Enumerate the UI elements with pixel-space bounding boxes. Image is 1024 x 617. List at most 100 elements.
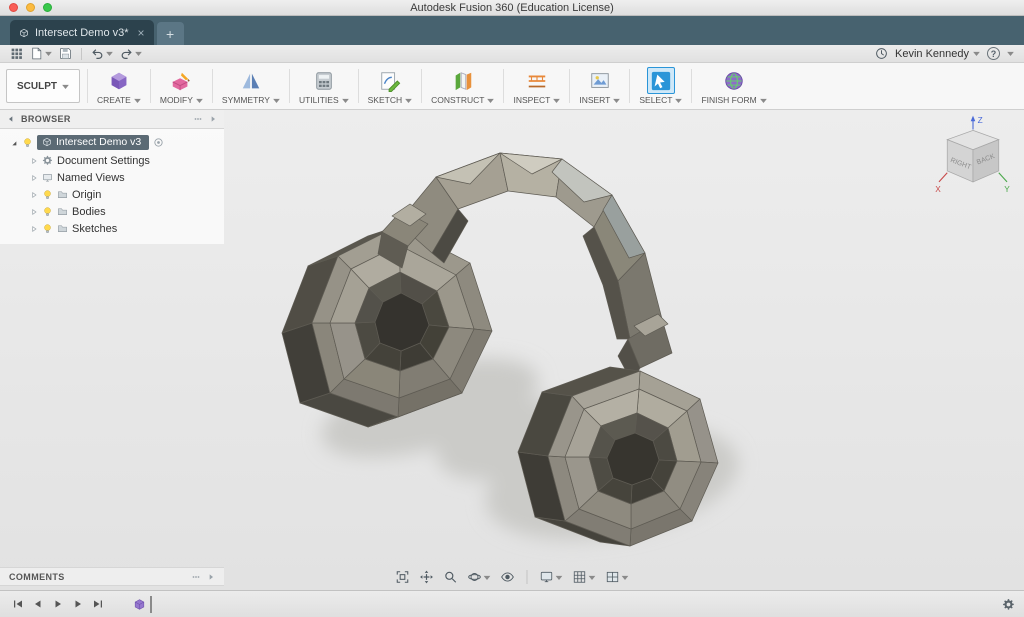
ribbon-group-label: CONSTRUCT — [431, 95, 484, 105]
browser-root-row[interactable]: Intersect Demo v3 — [0, 133, 224, 152]
minimize-window-button[interactable] — [26, 3, 35, 12]
save-button[interactable] — [59, 47, 72, 60]
ribbon-group-label: UTILITIES — [299, 95, 339, 105]
browser-item-bodies[interactable]: Bodies — [0, 203, 224, 220]
expand-arrow-icon[interactable] — [30, 174, 38, 182]
comments-panel[interactable]: COMMENTS — [0, 567, 224, 586]
utilities-glyph-icon — [312, 70, 336, 92]
ribbon-group-separator — [358, 69, 359, 103]
browser-options-icon[interactable] — [193, 114, 203, 124]
expand-arrow-icon[interactable] — [30, 208, 38, 216]
redo-button[interactable] — [120, 47, 142, 60]
expand-arrow-icon[interactable] — [30, 225, 38, 233]
ribbon-group-modify[interactable]: MODIFY — [152, 63, 211, 109]
grid-settings-button[interactable] — [571, 569, 598, 585]
fit-view-icon — [396, 570, 410, 584]
create-icon[interactable] — [105, 67, 133, 94]
go-to-start-button[interactable] — [9, 596, 26, 613]
undo-button[interactable] — [91, 47, 113, 60]
ribbon-group-symmetry[interactable]: SYMMETRY — [214, 63, 288, 109]
select-glyph-icon — [649, 70, 673, 92]
browser-item-label: Origin — [72, 189, 101, 201]
browser-item-named-views[interactable]: Named Views — [0, 169, 224, 186]
close-window-button[interactable] — [9, 3, 18, 12]
new-tab-button[interactable]: + — [157, 22, 184, 45]
construct-icon[interactable] — [449, 67, 477, 94]
browser-item-origin[interactable]: Origin — [0, 186, 224, 203]
comments-flyout-icon[interactable] — [207, 573, 215, 581]
play-button[interactable] — [49, 596, 66, 613]
symmetry-icon[interactable] — [237, 67, 265, 94]
quickbar-left — [10, 47, 142, 60]
visibility-bulb-icon[interactable] — [22, 137, 33, 148]
collapse-browser-icon[interactable] — [7, 115, 15, 123]
browser-tree: Intersect Demo v3 Document SettingsNamed … — [0, 129, 224, 244]
user-name: Kevin Kennedy — [895, 48, 969, 60]
browser-item-sketches[interactable]: Sketches — [0, 220, 224, 237]
browser-flyout-icon[interactable] — [209, 115, 217, 123]
ribbon-group-select[interactable]: SELECT — [631, 63, 690, 109]
inspect-icon[interactable] — [523, 67, 551, 94]
ribbon-group-separator — [629, 69, 630, 103]
ground-to-parent-icon[interactable] — [153, 137, 164, 148]
document-tab[interactable]: Intersect Demo v3* × — [10, 20, 154, 45]
apps-grid-button[interactable] — [10, 47, 23, 60]
viewports-button[interactable] — [604, 569, 631, 585]
browser-item-document-settings[interactable]: Document Settings — [0, 152, 224, 169]
pan-button[interactable] — [418, 569, 436, 585]
ribbon-group-inspect[interactable]: INSPECT — [505, 63, 568, 109]
undo-icon — [91, 47, 104, 60]
right-ear-cup — [518, 367, 718, 546]
orbit-button[interactable] — [466, 569, 493, 585]
help-button[interactable]: ? — [987, 47, 1000, 60]
timeline-track[interactable] — [155, 596, 999, 613]
ribbon-separator — [87, 69, 88, 103]
chevron-down-icon — [675, 98, 682, 103]
browser-panel-header: BROWSER — [0, 110, 224, 129]
user-account-button[interactable]: Kevin Kennedy — [895, 48, 980, 60]
ribbon-group-sketch[interactable]: SKETCH — [360, 63, 420, 109]
ribbon-group-separator — [150, 69, 151, 103]
display-settings-button[interactable] — [538, 569, 565, 585]
ribbon-group-utilities[interactable]: UTILITIES — [291, 63, 357, 109]
view-cube[interactable]: Z RIGHT BACK X Y — [934, 112, 1012, 209]
zoom-window-button[interactable] — [43, 3, 52, 12]
expand-arrow-icon[interactable] — [30, 157, 38, 165]
form-feature-marker[interactable] — [133, 598, 146, 611]
file-menu-button[interactable] — [30, 47, 52, 60]
sketch-icon[interactable] — [376, 67, 404, 94]
select-icon[interactable] — [647, 67, 675, 94]
comments-options-icon[interactable] — [191, 572, 201, 582]
modify-icon[interactable] — [167, 67, 195, 94]
timeline-settings-icon[interactable] — [1002, 598, 1015, 611]
ribbon-group-label: SYMMETRY — [222, 95, 270, 105]
job-status-icon[interactable] — [875, 47, 888, 60]
ribbon-group-create[interactable]: CREATE — [89, 63, 149, 109]
expanded-arrow-icon[interactable] — [10, 139, 18, 147]
expand-arrow-icon[interactable] — [30, 191, 38, 199]
document-tabbar: Intersect Demo v3* × + — [0, 16, 1024, 45]
ribbon-group-insert[interactable]: INSERT — [571, 63, 628, 109]
finish-form-icon[interactable] — [720, 67, 748, 94]
ribbon-group-finish-form[interactable]: FINISH FORM — [693, 63, 774, 109]
workspace-selector[interactable]: SCULPT — [6, 69, 80, 103]
timeline-cursor[interactable] — [150, 596, 152, 613]
ribbon-group-construct[interactable]: CONSTRUCT — [423, 63, 502, 109]
browser-root-item[interactable]: Intersect Demo v3 — [37, 135, 149, 150]
insert-icon[interactable] — [586, 67, 614, 94]
go-to-end-button[interactable] — [89, 596, 106, 613]
look-at-button[interactable] — [499, 569, 517, 585]
step-forward-button[interactable] — [69, 596, 86, 613]
zoom-button[interactable] — [442, 569, 460, 585]
canvas-viewport[interactable]: Z RIGHT BACK X Y BROWSER Intersect Demo … — [0, 110, 1024, 590]
browser-item-label: Sketches — [72, 223, 117, 235]
chevron-down-icon — [613, 98, 620, 103]
utilities-icon[interactable] — [310, 67, 338, 94]
fusion360-window: Autodesk Fusion 360 (Education License) … — [0, 0, 1024, 617]
window-controls — [9, 3, 52, 12]
axis-z-label: Z — [978, 116, 983, 125]
chevron-down-icon — [342, 98, 349, 103]
fit-view-button[interactable] — [394, 569, 412, 585]
tab-close-icon[interactable]: × — [138, 26, 145, 40]
step-back-button[interactable] — [29, 596, 46, 613]
